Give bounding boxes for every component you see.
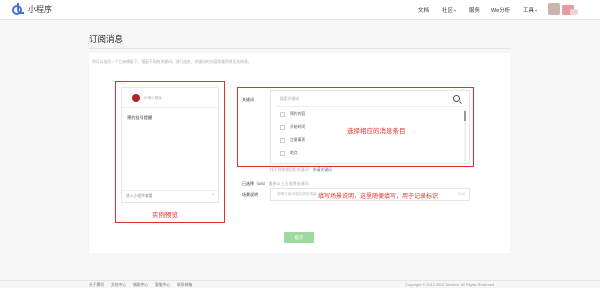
nav-docs[interactable]: 文档 (418, 6, 429, 14)
title-divider (89, 48, 510, 49)
footer-link[interactable]: 关于腾讯 (89, 283, 104, 288)
submit-button[interactable]: 提交 (284, 232, 314, 243)
selected-keywords-row: 已选择（0/5） 最多从上方选择关键词 (242, 181, 309, 187)
annotation-preview-text: 实例预览 (152, 212, 178, 219)
keyword-tip-text: 找不到你想用的关键词？ (270, 168, 312, 172)
chevron-down-icon: ▾ (535, 8, 538, 13)
top-nav-bar: 小程序 文档 社区▾ 服务 We分析 工具▾ (0, 0, 600, 20)
nav-we-analytics[interactable]: We分析 (491, 6, 510, 14)
app-title: 小程序 (28, 5, 52, 14)
nav-tools[interactable]: 工具▾ (523, 6, 537, 14)
scene-description-label: 场景说明 (242, 192, 258, 197)
nav-service[interactable]: 服务 (469, 6, 480, 14)
nav-tools-label: 工具 (523, 8, 535, 14)
annotation-scene-text: 填写场景说明，这里随便填写，用于记录标识 (318, 194, 439, 200)
copyright: Copyright © 2012-2022 Tencent. All Right… (405, 283, 495, 287)
apply-keyword-link[interactable]: 申请关键词 (313, 168, 332, 172)
page-footer: 关于腾讯 文档中心 辅助中心 客服中心 联系邮箱 Copyright © 201… (0, 280, 600, 288)
selected-count-label: 已选择（0/5） (242, 181, 268, 186)
annotation-keywords-text: 选择相应的消息条目 (347, 128, 406, 135)
footer-link[interactable]: 联系邮箱 (177, 283, 192, 288)
user-avatar[interactable] (548, 3, 560, 15)
nav-community[interactable]: 社区▾ (442, 6, 456, 14)
keyword-tip: 找不到你想用的关键词？ 申请关键词 (270, 168, 332, 173)
selected-hint: 最多从上方选择关键词 (268, 181, 309, 186)
scene-placeholder: 说明订阅消息的使用场景 (277, 192, 317, 196)
footer-link[interactable]: 辅助中心 (133, 283, 148, 288)
chevron-down-icon: ▾ (454, 8, 457, 13)
user-name-redacted-2 (570, 9, 578, 15)
logo[interactable]: 小程序 (12, 2, 52, 15)
footer-link[interactable]: 客服中心 (155, 283, 170, 288)
page-title: 订阅消息 (89, 34, 124, 44)
scene-char-counter: 0/15 (458, 192, 465, 196)
nav-community-label: 社区 (442, 8, 454, 14)
footer-link[interactable]: 文档中心 (111, 283, 126, 288)
page-description: 你可以选用一个已有模板下，搭配不同的关键词，进行组合，关键词的内容和顺序将无法修… (92, 60, 252, 64)
annotation-box-preview (115, 81, 225, 223)
miniprogram-logo-icon (12, 2, 24, 15)
